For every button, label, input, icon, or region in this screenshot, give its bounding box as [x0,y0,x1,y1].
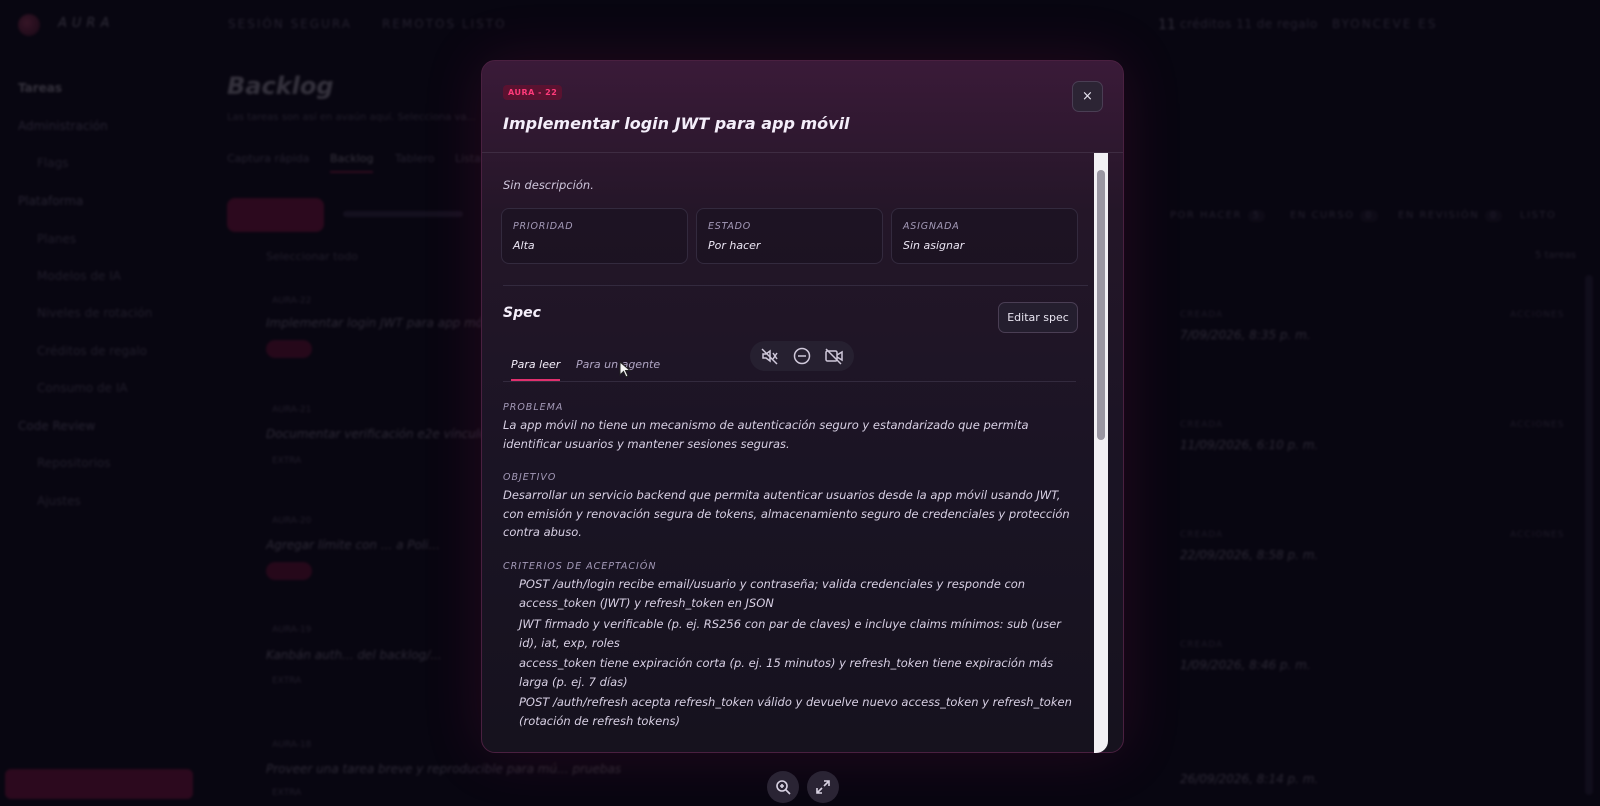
spec-heading: Spec [503,305,541,321]
field-label: ESTADO [708,221,752,232]
criterio-item: access_token tiene expiración corta (p. … [519,656,1054,689]
media-controls [750,341,854,371]
field-label: ASIGNADA [903,221,960,232]
field-assignee[interactable]: ASIGNADA Sin asignar [891,208,1078,264]
field-label: PRIORIDAD [513,221,574,232]
close-icon: × [1082,89,1093,104]
field-value: Por hacer [708,239,761,252]
expand-button[interactable] [807,771,839,803]
modal-scrollbar-thumb[interactable] [1097,170,1105,440]
task-description: Sin descripción. [503,178,594,192]
zoom-in-icon [776,780,791,795]
tab-para-leer[interactable]: Para leer [511,358,561,381]
task-id-badge: AURA - 22 [503,85,563,100]
field-value: Sin asignar [903,239,965,252]
criterio-item: POST /auth/refresh acepta refresh_token … [519,695,1072,728]
field-priority[interactable]: PRIORIDAD Alta [501,208,688,264]
objetivo-text: Desarrollar un servicio backend que perm… [503,488,1070,539]
criterio-item: JWT firmado y verificable (p. ej. RS256 … [519,617,1061,650]
modal-body: Sin descripción. PRIORIDAD Alta ESTADO P… [482,153,1109,752]
field-status[interactable]: ESTADO Por hacer [696,208,883,264]
problema-text: La app móvil no tiene un mecanismo de au… [503,418,1029,451]
section-divider [503,285,1088,286]
field-value: Alta [513,239,535,252]
close-button[interactable]: × [1072,81,1103,112]
problema-heading: PROBLEMA [503,402,564,413]
minus-circle-icon[interactable] [792,346,812,366]
modal-header: AURA - 22 Implementar login JWT para app… [482,61,1123,153]
speaker-muted-icon[interactable] [760,346,780,366]
tabs-underline [503,381,1076,382]
mouse-cursor-icon [619,361,632,378]
criterios-heading: CRITERIOS DE ACEPTACIÓN [503,561,657,572]
camera-off-icon[interactable] [824,346,844,366]
task-detail-modal: AURA - 22 Implementar login JWT para app… [481,60,1124,753]
expand-icon [816,780,830,794]
zoom-in-button[interactable] [767,771,799,803]
criterio-item: POST /auth/login recibe email/usuario y … [519,577,1026,610]
edit-spec-button[interactable]: Editar spec [998,302,1078,333]
modal-title: Implementar login JWT para app móvil [503,114,850,133]
objetivo-heading: OBJETIVO [503,472,557,483]
